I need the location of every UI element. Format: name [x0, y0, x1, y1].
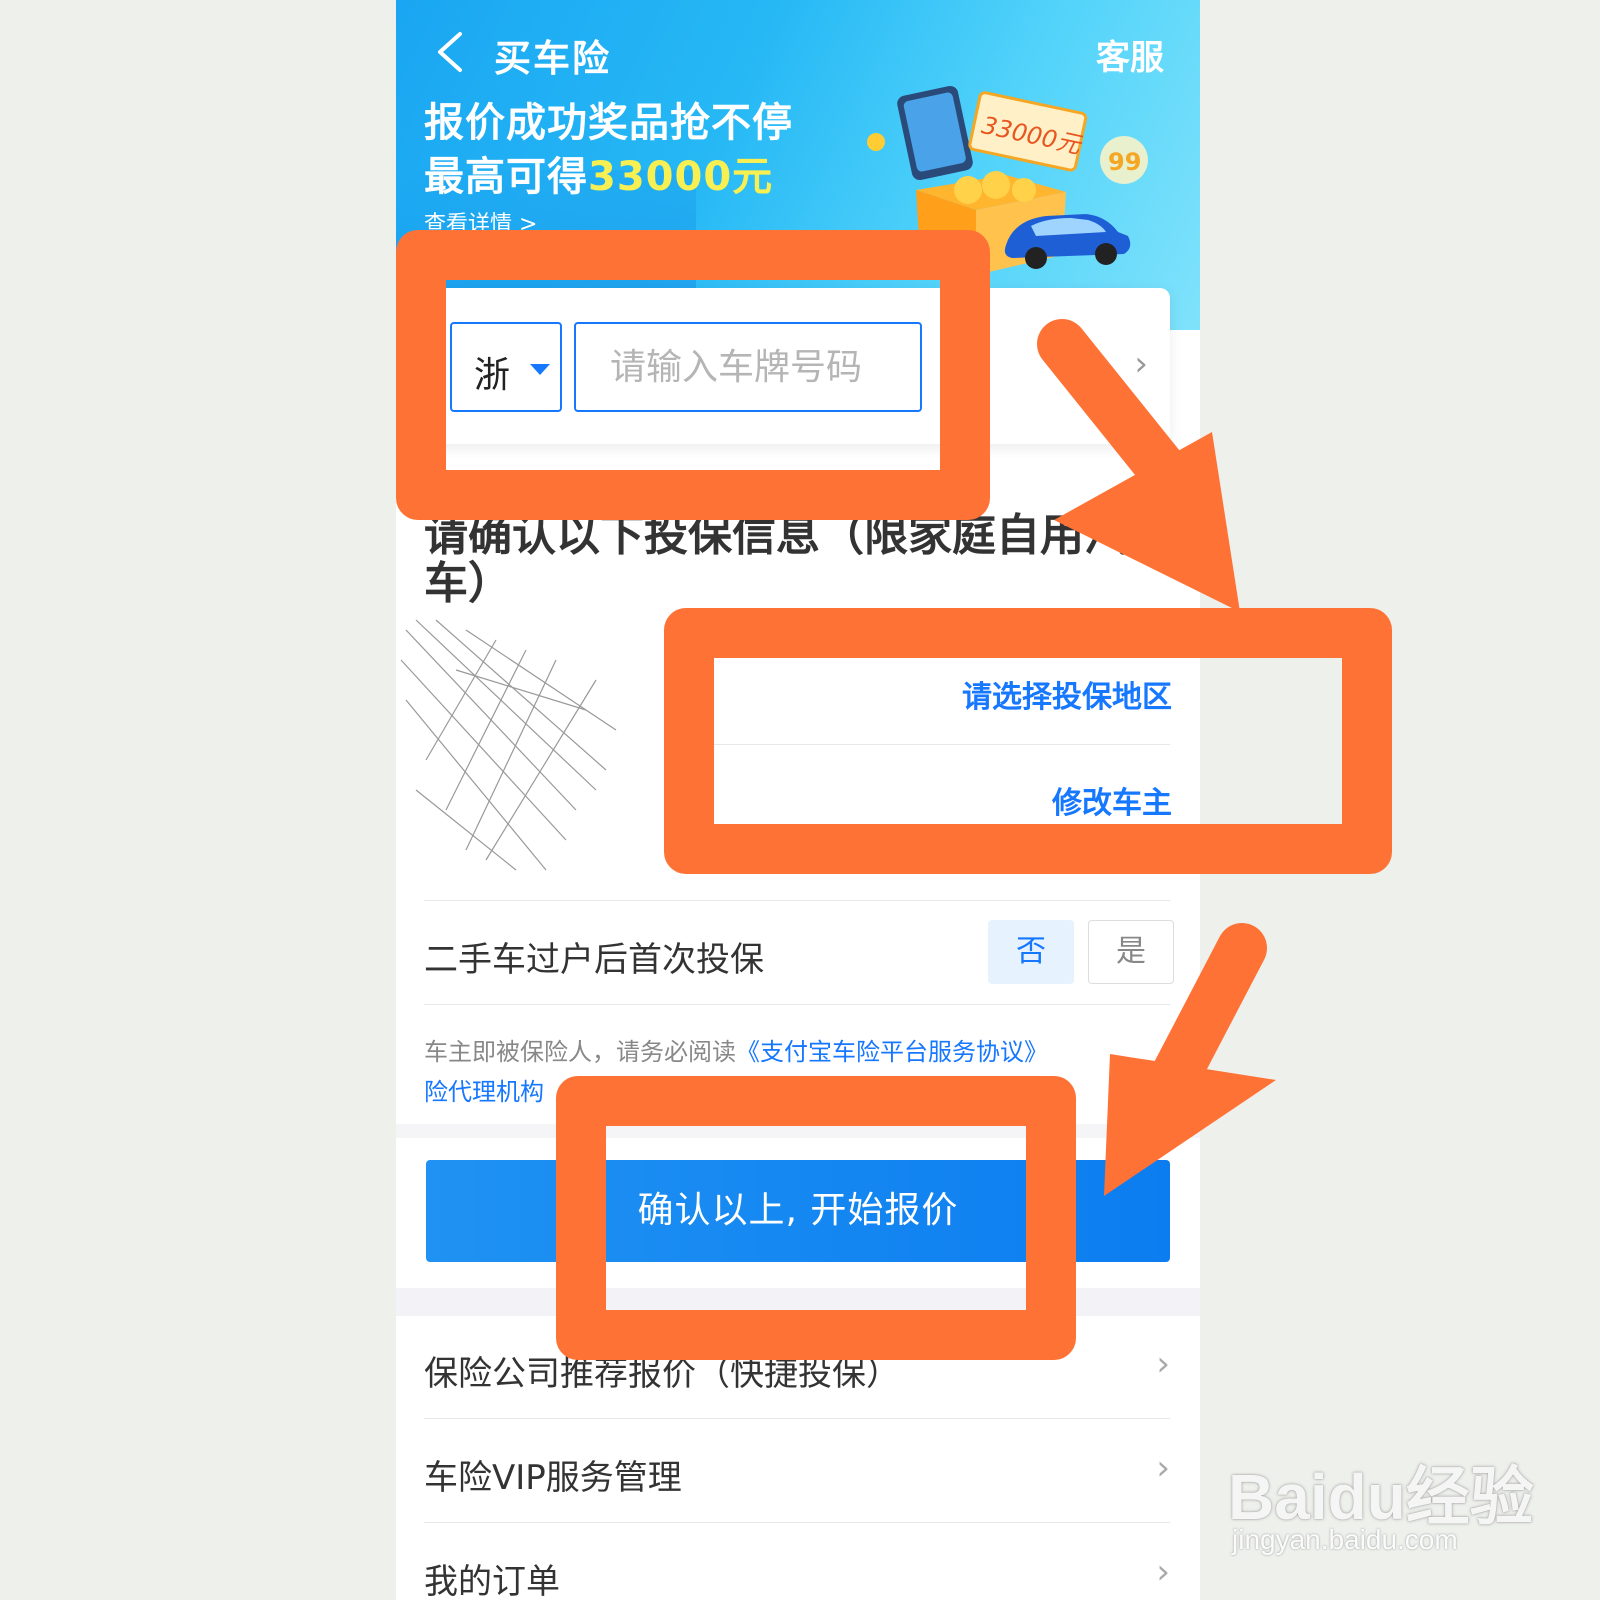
divider	[424, 1522, 1170, 1523]
prize-illustration: 33000元 99	[867, 85, 1148, 275]
province-value: 浙	[474, 355, 511, 396]
page-title: 买车险	[494, 37, 611, 80]
divider	[424, 1004, 1170, 1005]
chevron-right-icon: ›	[1156, 1448, 1170, 1488]
promo-headline: 报价成功奖品抢不停	[424, 100, 793, 146]
caret-down-icon	[530, 364, 550, 375]
agreement-link[interactable]: 《支付宝车险平台服务协议》	[736, 1038, 1048, 1066]
agent-link[interactable]: 险代理机构	[424, 1072, 544, 1107]
promo-prefix: 最高可得	[424, 154, 588, 200]
province-selector[interactable]: 浙	[450, 322, 562, 412]
svg-text:99: 99	[1108, 148, 1141, 176]
section-title: 请确认以下投保信息（限家庭自用汽车）	[424, 510, 1128, 609]
customer-service-link[interactable]: 客服	[1096, 30, 1164, 79]
list-item-label: 车险VIP服务管理	[424, 1458, 682, 1498]
agreement-text: 车主即被保险人，请务必阅读《支付宝车险平台服务协议》	[424, 1032, 1048, 1067]
promo-banner: 买车险 客服 报价成功奖品抢不停 最高可得33000元 查看详情 > 33000…	[396, 0, 1200, 330]
list-item-vip[interactable]: 车险VIP服务管理 ›	[396, 1420, 1200, 1520]
used-car-no-button[interactable]: 否	[988, 920, 1074, 984]
list-item-orders[interactable]: 我的订单 ›	[396, 1524, 1200, 1600]
coupon-icon: 33000元	[968, 91, 1088, 172]
divider	[424, 1418, 1170, 1419]
edit-owner-link[interactable]: 修改车主	[1052, 778, 1172, 822]
promo-subheadline: 最高可得33000元	[424, 144, 773, 202]
coin-icon	[867, 133, 885, 151]
used-car-yes-button[interactable]: 是	[1088, 920, 1174, 984]
select-region-link[interactable]: 请选择投保地区	[962, 672, 1172, 716]
start-quote-button[interactable]: 确认以上, 开始报价	[426, 1160, 1170, 1262]
chevron-right-icon: ›	[1156, 1552, 1170, 1592]
promo-amount: 33000元	[588, 154, 774, 200]
list-item-recommended-quotes[interactable]: 保险公司推荐报价（快捷投保） ›	[396, 1316, 1200, 1416]
plate-card: 浙 ›	[426, 288, 1170, 444]
watermark-url: jingyan.baidu.com	[1232, 1524, 1458, 1555]
agreement-prefix: 车主即被保险人，请务必阅读	[424, 1038, 736, 1066]
scribble-mask	[400, 619, 617, 871]
divider	[714, 744, 1170, 745]
plate-number-input[interactable]	[574, 322, 922, 412]
back-arrow-icon[interactable]	[432, 30, 472, 74]
phone-screen: 买车险 客服 报价成功奖品抢不停 最高可得33000元 查看详情 > 33000…	[396, 0, 1200, 1600]
list-item-label: 保险公司推荐报价（快捷投保）	[424, 1354, 900, 1394]
used-car-label: 二手车过户后首次投保	[424, 940, 764, 980]
chevron-right-icon: ›	[1156, 1344, 1170, 1384]
list-item-label: 我的订单	[424, 1562, 560, 1600]
chevron-right-icon[interactable]: ›	[1134, 344, 1148, 384]
spacer	[396, 1124, 1200, 1138]
view-details-link[interactable]: 查看详情 >	[424, 206, 537, 238]
divider	[424, 900, 1170, 901]
spacer	[396, 1288, 1200, 1316]
